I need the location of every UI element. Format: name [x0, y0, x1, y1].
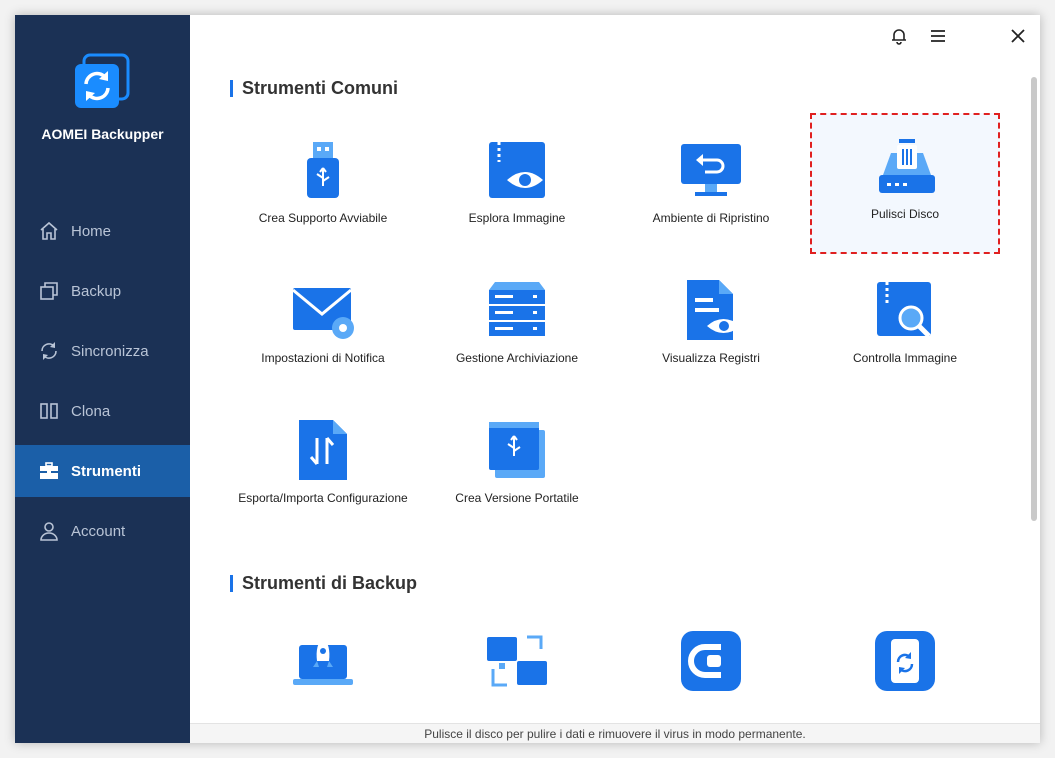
tool-label: Ambiente di Ripristino [652, 211, 770, 225]
notification-settings-icon [292, 288, 354, 339]
home-icon [39, 221, 59, 241]
sidebar-item-label: Strumenti [71, 462, 142, 480]
hamburger-menu-icon [931, 30, 945, 42]
tool-label: Crea Versione Portatile [455, 491, 579, 505]
sidebar-item-backup[interactable]: Backup [15, 265, 190, 317]
portable-version-icon [489, 422, 545, 478]
section-title-backup: Strumenti di Backup [230, 573, 417, 594]
tool-check-image[interactable]: Controlla Immagine [810, 260, 1000, 400]
status-bar: Pulisce il disco per pulire i dati e rim… [190, 723, 1040, 743]
section-title-common: Strumenti Comuni [230, 78, 398, 99]
tool-explore-image[interactable]: Esplora Immagine [422, 120, 612, 260]
sync-icon [39, 341, 59, 361]
sidebar-item-sync[interactable]: Sincronizza [15, 325, 190, 377]
sidebar-item-label: Sincronizza [71, 342, 149, 360]
tool-storage-management[interactable]: Gestione Archiviazione [422, 260, 612, 400]
close-button[interactable] [1007, 25, 1029, 47]
wipe-disk-icon [879, 139, 935, 193]
app-window: AOMEI Backupper Home Backup Sincronizza [15, 15, 1040, 743]
vertical-scrollbar[interactable] [1031, 77, 1037, 521]
app-name: AOMEI Backupper [41, 126, 164, 142]
sidebar-item-home[interactable]: Home [15, 205, 190, 257]
tool-label: Controlla Immagine [852, 351, 958, 365]
tool-image-deploy[interactable] [422, 611, 612, 721]
tool-label: Visualizza Registri [662, 351, 760, 365]
tool-label: Gestione Archiviazione [455, 351, 579, 365]
tool-view-logs[interactable]: Visualizza Registri [616, 260, 806, 400]
tool-pxe-boot[interactable] [228, 611, 418, 721]
tool-create-bootable-media[interactable]: Crea Supporto Avviabile [228, 120, 418, 260]
app-logo-icon [75, 53, 130, 108]
tool-phone-backup[interactable] [810, 611, 1000, 721]
sidebar-item-label: Account [71, 522, 126, 540]
backup-icon [39, 281, 59, 301]
recovery-environment-icon [681, 144, 741, 196]
tool-label: Esplora Immagine [468, 211, 566, 225]
tool-export-import-config[interactable]: Esporta/Importa Configurazione [228, 400, 418, 540]
view-logs-icon [687, 280, 741, 340]
phone-backup-icon [875, 631, 935, 691]
sidebar-item-account[interactable]: Account [15, 505, 190, 557]
close-icon [1011, 29, 1025, 43]
usb-drive-icon [307, 142, 339, 198]
sidebar-item-label: Home [71, 222, 112, 240]
tools-icon [39, 461, 59, 481]
menu-button[interactable] [927, 25, 949, 47]
sidebar-item-label: Backup [71, 282, 122, 300]
tool-portable-version[interactable]: Crea Versione Portatile [422, 400, 612, 540]
main-panel: Strumenti Comuni Crea Supporto Avviabile… [190, 15, 1040, 743]
export-import-icon [299, 420, 347, 480]
tool-label: Pulisci Disco [870, 207, 939, 221]
pxe-boot-icon [293, 637, 353, 685]
tool-label: Crea Supporto Avviabile [258, 211, 388, 225]
tool-recovery-environment[interactable]: Ambiente di Ripristino [616, 120, 806, 260]
sidebar-item-label: Clona [71, 402, 111, 420]
tool-label: Esporta/Importa Configurazione [238, 491, 408, 505]
tool-cbackup[interactable] [616, 611, 806, 721]
tool-wipe-disk[interactable]: Pulisci Disco [810, 113, 1000, 254]
storage-management-icon [489, 282, 545, 336]
bell-icon [892, 29, 906, 45]
sidebar-item-tools[interactable]: Strumenti [15, 445, 190, 497]
tool-label: Impostazioni di Notifica [261, 351, 385, 365]
sidebar-nav: Home Backup Sincronizza Clona Strumenti … [15, 205, 190, 565]
sidebar: AOMEI Backupper Home Backup Sincronizza [15, 15, 190, 743]
tool-notification-settings[interactable]: Impostazioni di Notifica [228, 260, 418, 400]
notification-button[interactable] [888, 25, 910, 47]
clone-icon [39, 401, 59, 421]
cbackup-icon [681, 631, 741, 691]
account-icon [39, 521, 59, 541]
check-image-icon [877, 282, 931, 338]
explore-image-icon [489, 142, 545, 198]
image-deploy-icon [487, 635, 547, 687]
sidebar-item-clone[interactable]: Clona [15, 385, 190, 437]
